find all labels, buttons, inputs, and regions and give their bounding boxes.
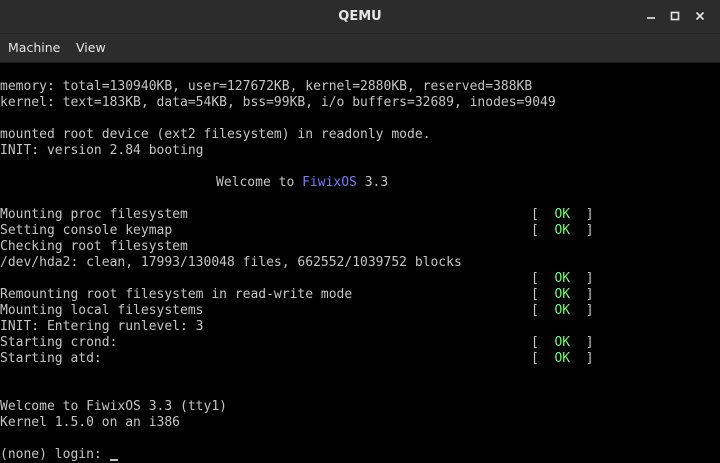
- welcome-banner: Welcome to FiwixOS 3.3: [216, 175, 388, 191]
- qemu-window: QEMU Machine View memory: total=130940KB…: [0, 0, 720, 463]
- minimize-icon: [647, 17, 655, 19]
- mount-local-line: Mounting local filesystems: [0, 303, 204, 318]
- mount-proc-line: Mounting proc filesystem: [0, 207, 188, 222]
- status-ok: [ OK ]: [531, 207, 594, 222]
- login-line[interactable]: (none) login:: [0, 447, 118, 463]
- title-bar[interactable]: QEMU: [0, 0, 720, 34]
- status-ok: [ OK ]: [531, 223, 594, 238]
- check-root-line: Checking root filesystem: [0, 239, 188, 254]
- memory-line: memory: total=130940KB, user=127672KB, k…: [0, 79, 533, 94]
- maximize-button[interactable]: [665, 6, 685, 26]
- atd-line: Starting atd:: [0, 351, 102, 366]
- terminal-screen[interactable]: memory: total=130940KB, user=127672KB, k…: [0, 63, 720, 463]
- close-button[interactable]: [690, 6, 710, 26]
- kernel-memory-line: kernel: text=183KB, data=54KB, bss=99KB,…: [0, 95, 556, 110]
- welcome-prefix: Welcome to: [216, 175, 303, 190]
- remount-line: Remounting root filesystem in read-write…: [0, 287, 353, 302]
- runlevel-line: INIT: Entering runlevel: 3: [0, 319, 204, 334]
- welcome-tty-line: Welcome to FiwixOS 3.3 (tty1): [0, 399, 227, 414]
- text-cursor: [109, 459, 118, 461]
- status-ok: [ OK ]: [531, 303, 594, 318]
- maximize-icon: [670, 11, 680, 21]
- init-version-line: INIT: version 2.84 booting: [0, 143, 204, 158]
- mounted-root-line: mounted root device (ext2 filesystem) in…: [0, 127, 431, 142]
- status-ok: [ OK ]: [531, 335, 594, 350]
- close-icon: [695, 11, 705, 21]
- status-ok: [ OK ]: [531, 351, 594, 366]
- menu-bar: Machine View: [0, 34, 720, 63]
- welcome-fiwix: Fiwix: [302, 175, 342, 190]
- crond-line: Starting crond:: [0, 335, 118, 350]
- welcome-os: OS: [341, 175, 357, 190]
- welcome-version: 3.3: [356, 175, 389, 190]
- menu-view[interactable]: View: [76, 34, 106, 62]
- kernel-version-line: Kernel 1.5.0 on an i386: [0, 415, 181, 430]
- console-keymap-line: Setting console keymap: [0, 223, 173, 238]
- status-ok: [ OK ]: [531, 271, 594, 286]
- status-ok: [ OK ]: [531, 287, 594, 302]
- menu-machine[interactable]: Machine: [8, 34, 60, 62]
- minimize-button[interactable]: [641, 6, 661, 26]
- hda2-fsck-line: /dev/hda2: clean, 17993/130048 files, 66…: [0, 255, 462, 270]
- login-prompt: (none) login:: [0, 447, 110, 462]
- window-title: QEMU: [338, 9, 382, 24]
